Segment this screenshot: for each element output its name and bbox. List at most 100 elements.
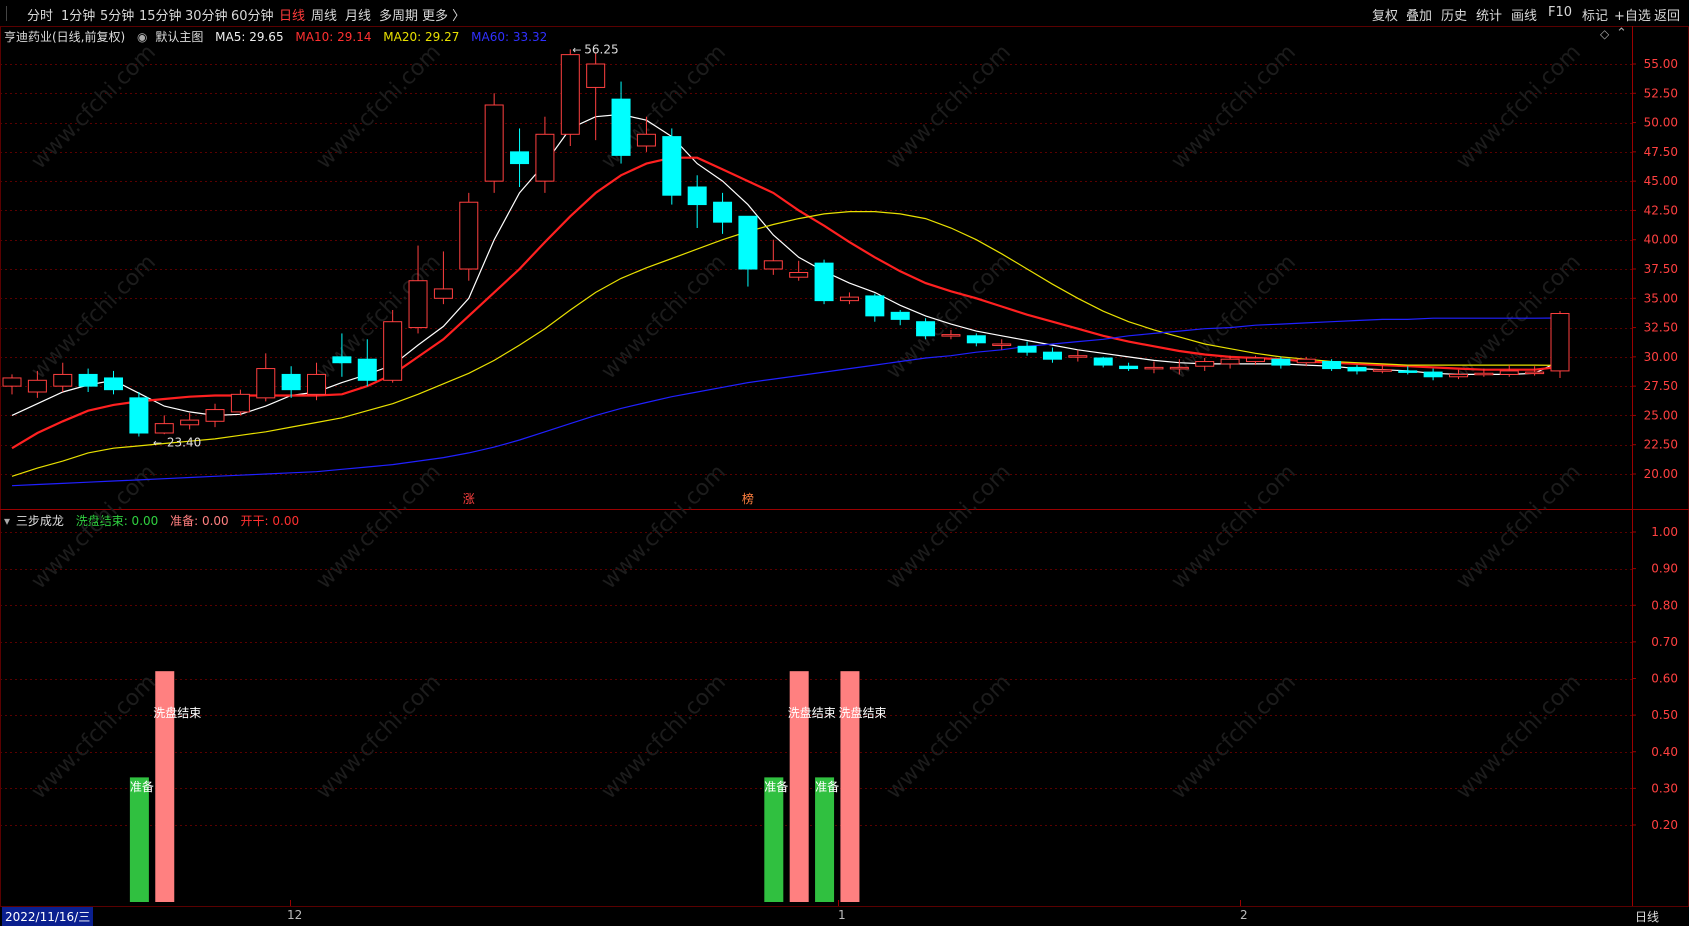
- watermark-text: www.cfchi.com: [597, 250, 731, 384]
- candle-up: [27, 379, 47, 393]
- candle-up: [180, 419, 200, 426]
- candle-down: [966, 335, 986, 344]
- y-tick-label: 40.00: [1644, 233, 1678, 247]
- candle-up: [307, 373, 327, 395]
- ready-label: 准备: [130, 780, 154, 794]
- low-arrow: ←: [153, 437, 162, 450]
- ready-bar: [129, 777, 149, 902]
- candle-down: [1423, 371, 1443, 378]
- y-tick-label: 0.90: [1651, 562, 1678, 576]
- watermark-text: www.cfchi.com: [597, 670, 731, 804]
- indicator-bars: 准备 洗盘结束准备 洗盘结束准备 洗盘结束: [129, 671, 886, 902]
- y-tick-label: 22.50: [1644, 438, 1678, 452]
- candle-up: [535, 133, 555, 182]
- y-tick-label: 20.00: [1644, 467, 1678, 481]
- moving-averages: [11, 113, 1561, 487]
- candle-up: [53, 373, 73, 387]
- ready-bar: [764, 777, 784, 902]
- y-tick-label: 0.40: [1651, 745, 1678, 759]
- candle-up: [560, 54, 580, 135]
- y-tick-label: 0.20: [1651, 818, 1678, 832]
- candle-down: [281, 373, 301, 391]
- x-label-dec: 12: [287, 908, 303, 922]
- candle-down: [1119, 365, 1139, 370]
- candle-down: [687, 186, 707, 206]
- candle-up: [256, 368, 276, 399]
- ma-line-ma5: [11, 113, 1561, 417]
- wash-end-label: 洗盘结束: [153, 705, 201, 720]
- high-price-label: 56.25: [584, 42, 618, 56]
- candle-down: [916, 321, 936, 337]
- watermark-text: www.cfchi.com: [882, 40, 1016, 174]
- candle-down: [1271, 358, 1291, 366]
- candle-up: [1144, 366, 1164, 370]
- y-tick-label: 30.00: [1644, 350, 1678, 364]
- candle-down: [1398, 370, 1418, 373]
- candle-down: [1322, 361, 1342, 370]
- limit-up-mark: 涨: [463, 491, 475, 506]
- y-tick-label: 25.00: [1644, 408, 1678, 422]
- candle-down: [332, 356, 352, 364]
- wash-end-label: 洗盘结束: [788, 705, 836, 720]
- candle-down: [662, 136, 682, 196]
- watermark-text: www.cfchi.com: [1167, 670, 1301, 804]
- candle-up: [789, 272, 809, 278]
- watermark-text: www.cfchi.com: [312, 670, 446, 804]
- candle-up: [636, 133, 656, 147]
- candle-up: [1550, 313, 1570, 372]
- candle-up: [383, 321, 403, 381]
- watermark-text: www.cfchi.com: [1452, 670, 1586, 804]
- candle-up: [992, 343, 1012, 346]
- candle-up: [205, 409, 225, 422]
- y-tick-label: 35.00: [1644, 291, 1678, 305]
- candle-up: [230, 393, 250, 413]
- wash-end-label: 洗盘结束: [838, 705, 886, 720]
- cursor-date: 2022/11/16/三: [2, 907, 94, 926]
- candle-up: [941, 334, 961, 337]
- candle-down: [129, 397, 149, 434]
- candle-up: [433, 288, 453, 299]
- watermark-text: www.cfchi.com: [597, 460, 731, 594]
- y-tick-label: 0.50: [1651, 708, 1678, 722]
- candle-up: [1296, 358, 1316, 364]
- y-tick-label: 45.00: [1644, 174, 1678, 188]
- x-label-jan: 1: [838, 908, 846, 922]
- candle-up: [484, 104, 504, 182]
- candle-up: [763, 260, 783, 270]
- candle-up: [1525, 371, 1545, 375]
- candle-up: [2, 377, 22, 387]
- y-tick-label: 0.60: [1651, 672, 1678, 686]
- watermark-text: www.cfchi.com: [312, 460, 446, 594]
- y-tick-label: 0.30: [1651, 781, 1678, 795]
- candle-down: [738, 215, 758, 270]
- candle-down: [1042, 351, 1062, 360]
- candle-down: [611, 98, 631, 156]
- y-tick-label: 42.50: [1644, 203, 1678, 217]
- y-tick-label: 0.80: [1651, 598, 1678, 612]
- y-tick-label: 0.70: [1651, 635, 1678, 649]
- x-label-feb: 2: [1240, 908, 1248, 922]
- candle-down: [1347, 366, 1367, 372]
- watermark-text: www.cfchi.com: [1167, 460, 1301, 594]
- watermark-text: www.cfchi.com: [882, 460, 1016, 594]
- ranking-mark: 榜: [742, 491, 754, 506]
- watermark-text: www.cfchi.com: [1452, 460, 1586, 594]
- candle-down: [865, 295, 885, 317]
- y-tick-label: 32.50: [1644, 321, 1678, 335]
- candle-down: [510, 151, 530, 165]
- candle-down: [1017, 345, 1037, 353]
- candle-down: [104, 377, 124, 391]
- candle-down: [890, 311, 910, 320]
- candle-up: [154, 423, 174, 434]
- candle-up: [1220, 358, 1240, 365]
- candle-up: [1474, 372, 1494, 376]
- ready-label: 准备: [815, 780, 839, 794]
- watermark-text: www.cfchi.com: [312, 40, 446, 174]
- candle-up: [408, 280, 428, 329]
- candle-down: [814, 262, 834, 302]
- y-tick-label: 27.50: [1644, 379, 1678, 393]
- candle-up: [1448, 373, 1468, 378]
- candle-up: [1499, 370, 1519, 375]
- chart-canvas[interactable]: www.cfchi.com www.cfchi.com www.cfchi.com w…: [0, 0, 1689, 926]
- ready-bar: [815, 777, 835, 902]
